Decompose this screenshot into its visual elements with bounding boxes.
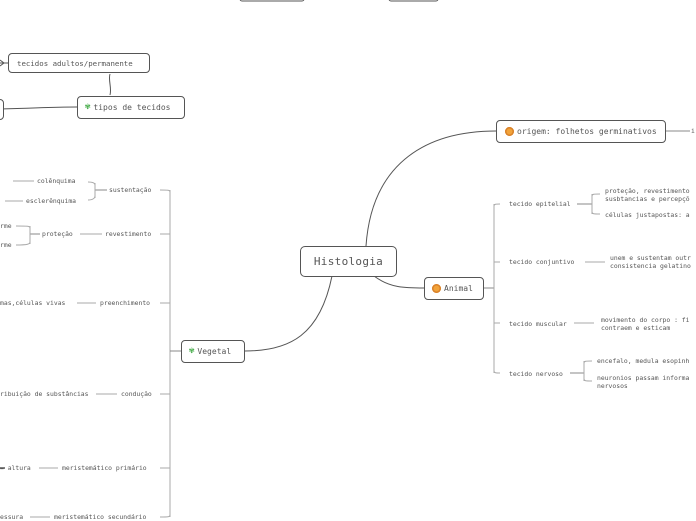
vegetal-meristematico-primario-child: = altura xyxy=(0,464,31,472)
mind-map-canvas: Histologia tecidos adultos/permanente ✾ … xyxy=(0,0,696,521)
node-tipos-label: tipos de tecidos xyxy=(93,103,171,112)
vegetal-preenchimento-child: mas,células vivas xyxy=(0,299,66,307)
animal-conjuntivo-detail-2: consistencia gelatino xyxy=(610,262,691,270)
offscreen-node-top-1 xyxy=(239,0,305,2)
animal-epitelial-detail-1: proteção, revestimento xyxy=(605,187,690,195)
link-root-vegetal xyxy=(244,275,333,352)
offscreen-node-left xyxy=(0,99,4,120)
node-vegetal-label: Vegetal xyxy=(197,347,232,356)
vegetal-sustentacao[interactable]: sustentação xyxy=(109,186,151,194)
vegetal-revestimento-leaf-1: rme xyxy=(0,222,12,230)
animal-muscular-detail-1: movimento do corpo : fi xyxy=(601,316,690,324)
vegetal-revestimento-leaf-2: rme xyxy=(0,241,12,249)
node-origem-label: origem: folhetos germinativos xyxy=(517,127,657,136)
animal-muscular[interactable]: tecido muscular xyxy=(509,320,567,328)
vegetal-esclerenquima: esclerênquima xyxy=(26,197,77,205)
link-root-origem xyxy=(365,130,497,247)
animal-nervoso-detail-2: neuronios passam informa xyxy=(597,374,690,382)
animal-epitelial-detail-2: susbtancias e percepçõ xyxy=(605,195,690,203)
link-tipos-adultos xyxy=(108,73,112,96)
root-node[interactable]: Histologia xyxy=(300,246,397,277)
node-origem[interactable]: origem: folhetos germinativos xyxy=(496,120,666,143)
node-vegetal[interactable]: ✾ Vegetal xyxy=(181,340,245,363)
animal-conjuntivo-detail-1: unem e sustentam outr xyxy=(610,254,691,262)
vegetal-conducao-child: ribuição de substâncias xyxy=(0,390,89,398)
vegetal-meristematico-primario[interactable]: meristemático primário xyxy=(62,464,147,472)
vegetal-revestimento[interactable]: revestimento xyxy=(105,230,151,238)
node-tipos-de-tecidos[interactable]: ✾ tipos de tecidos xyxy=(77,96,185,119)
offscreen-node-top-2 xyxy=(388,0,439,2)
animal-epitelial[interactable]: tecido epitelial xyxy=(509,200,571,208)
animal-epitelial-detail-3: células justapostas: a xyxy=(605,211,690,219)
animal-face-icon xyxy=(432,284,441,293)
link-root-animal xyxy=(373,275,425,289)
node-animal-label: Animal xyxy=(444,284,473,293)
leaf-icon: ✾ xyxy=(85,102,91,112)
animal-nervoso-detail-3: nervosos xyxy=(597,382,628,390)
leaf-icon: ✾ xyxy=(189,346,195,356)
vegetal-protecao: proteção xyxy=(42,230,73,238)
vegetal-conducao[interactable]: condução xyxy=(121,390,152,398)
animal-nervoso-detail-1: encefalo, medula esopinh xyxy=(597,357,690,365)
root-label: Histologia xyxy=(313,255,384,268)
link-tipos-left xyxy=(0,106,78,110)
animal-nervoso[interactable]: tecido nervoso xyxy=(509,370,563,378)
node-animal[interactable]: Animal xyxy=(424,277,484,300)
vegetal-colenquima: colênquima xyxy=(37,177,76,185)
animal-muscular-detail-2: contraem e esticam xyxy=(601,324,671,332)
animal-face-icon xyxy=(505,127,514,136)
node-origem-child: i xyxy=(691,127,695,135)
node-tecidos-adultos[interactable]: tecidos adultos/permanente xyxy=(8,53,150,73)
animal-conjuntivo[interactable]: tecido conjuntivo xyxy=(509,258,574,266)
node-tecidos-adultos-label: tecidos adultos/permanente xyxy=(17,58,133,68)
vegetal-preenchimento[interactable]: preenchimento xyxy=(100,299,150,307)
